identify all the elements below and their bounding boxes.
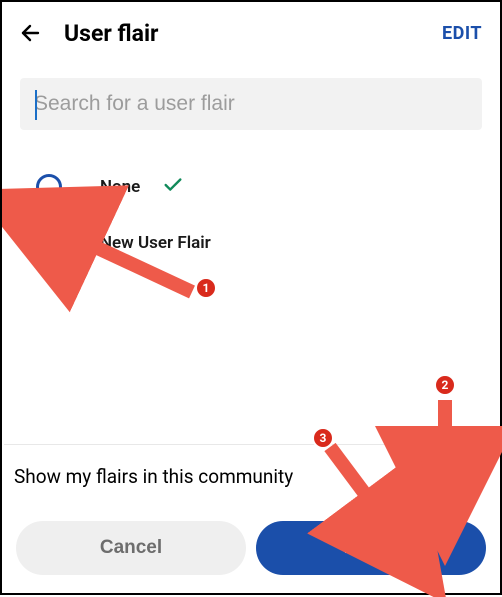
apply-button[interactable]: Apply xyxy=(256,521,486,575)
toggle-knob xyxy=(453,463,479,489)
edit-button[interactable]: EDIT xyxy=(442,23,482,44)
flair-options-list: None New User Flair xyxy=(2,140,500,268)
back-arrow-icon[interactable] xyxy=(16,19,44,47)
header-bar: User flair EDIT xyxy=(2,2,500,64)
radio-unselected-icon xyxy=(36,174,62,200)
divider xyxy=(4,444,498,445)
flair-option-label: New User Flair xyxy=(100,233,211,253)
show-flairs-toggle[interactable] xyxy=(424,460,482,492)
text-cursor xyxy=(35,90,37,120)
search-container xyxy=(2,64,500,140)
page-title: User flair xyxy=(64,20,442,47)
checkmark-icon xyxy=(162,174,184,200)
flair-option-label: None xyxy=(100,177,140,197)
annotation-badge-1: 1 xyxy=(195,277,217,299)
cancel-button[interactable]: Cancel xyxy=(16,521,246,575)
annotation-badge-2: 2 xyxy=(434,374,456,396)
button-row: Cancel Apply xyxy=(16,521,486,575)
annotation-badge-3: 3 xyxy=(312,427,334,449)
flair-option-none[interactable]: None xyxy=(36,162,480,212)
radio-selected-icon xyxy=(36,230,62,256)
search-input[interactable] xyxy=(20,78,482,130)
show-flairs-label: Show my flairs in this community xyxy=(14,465,293,488)
show-flairs-row: Show my flairs in this community xyxy=(14,460,482,492)
flair-option-new-user-flair[interactable]: New User Flair xyxy=(36,218,480,268)
